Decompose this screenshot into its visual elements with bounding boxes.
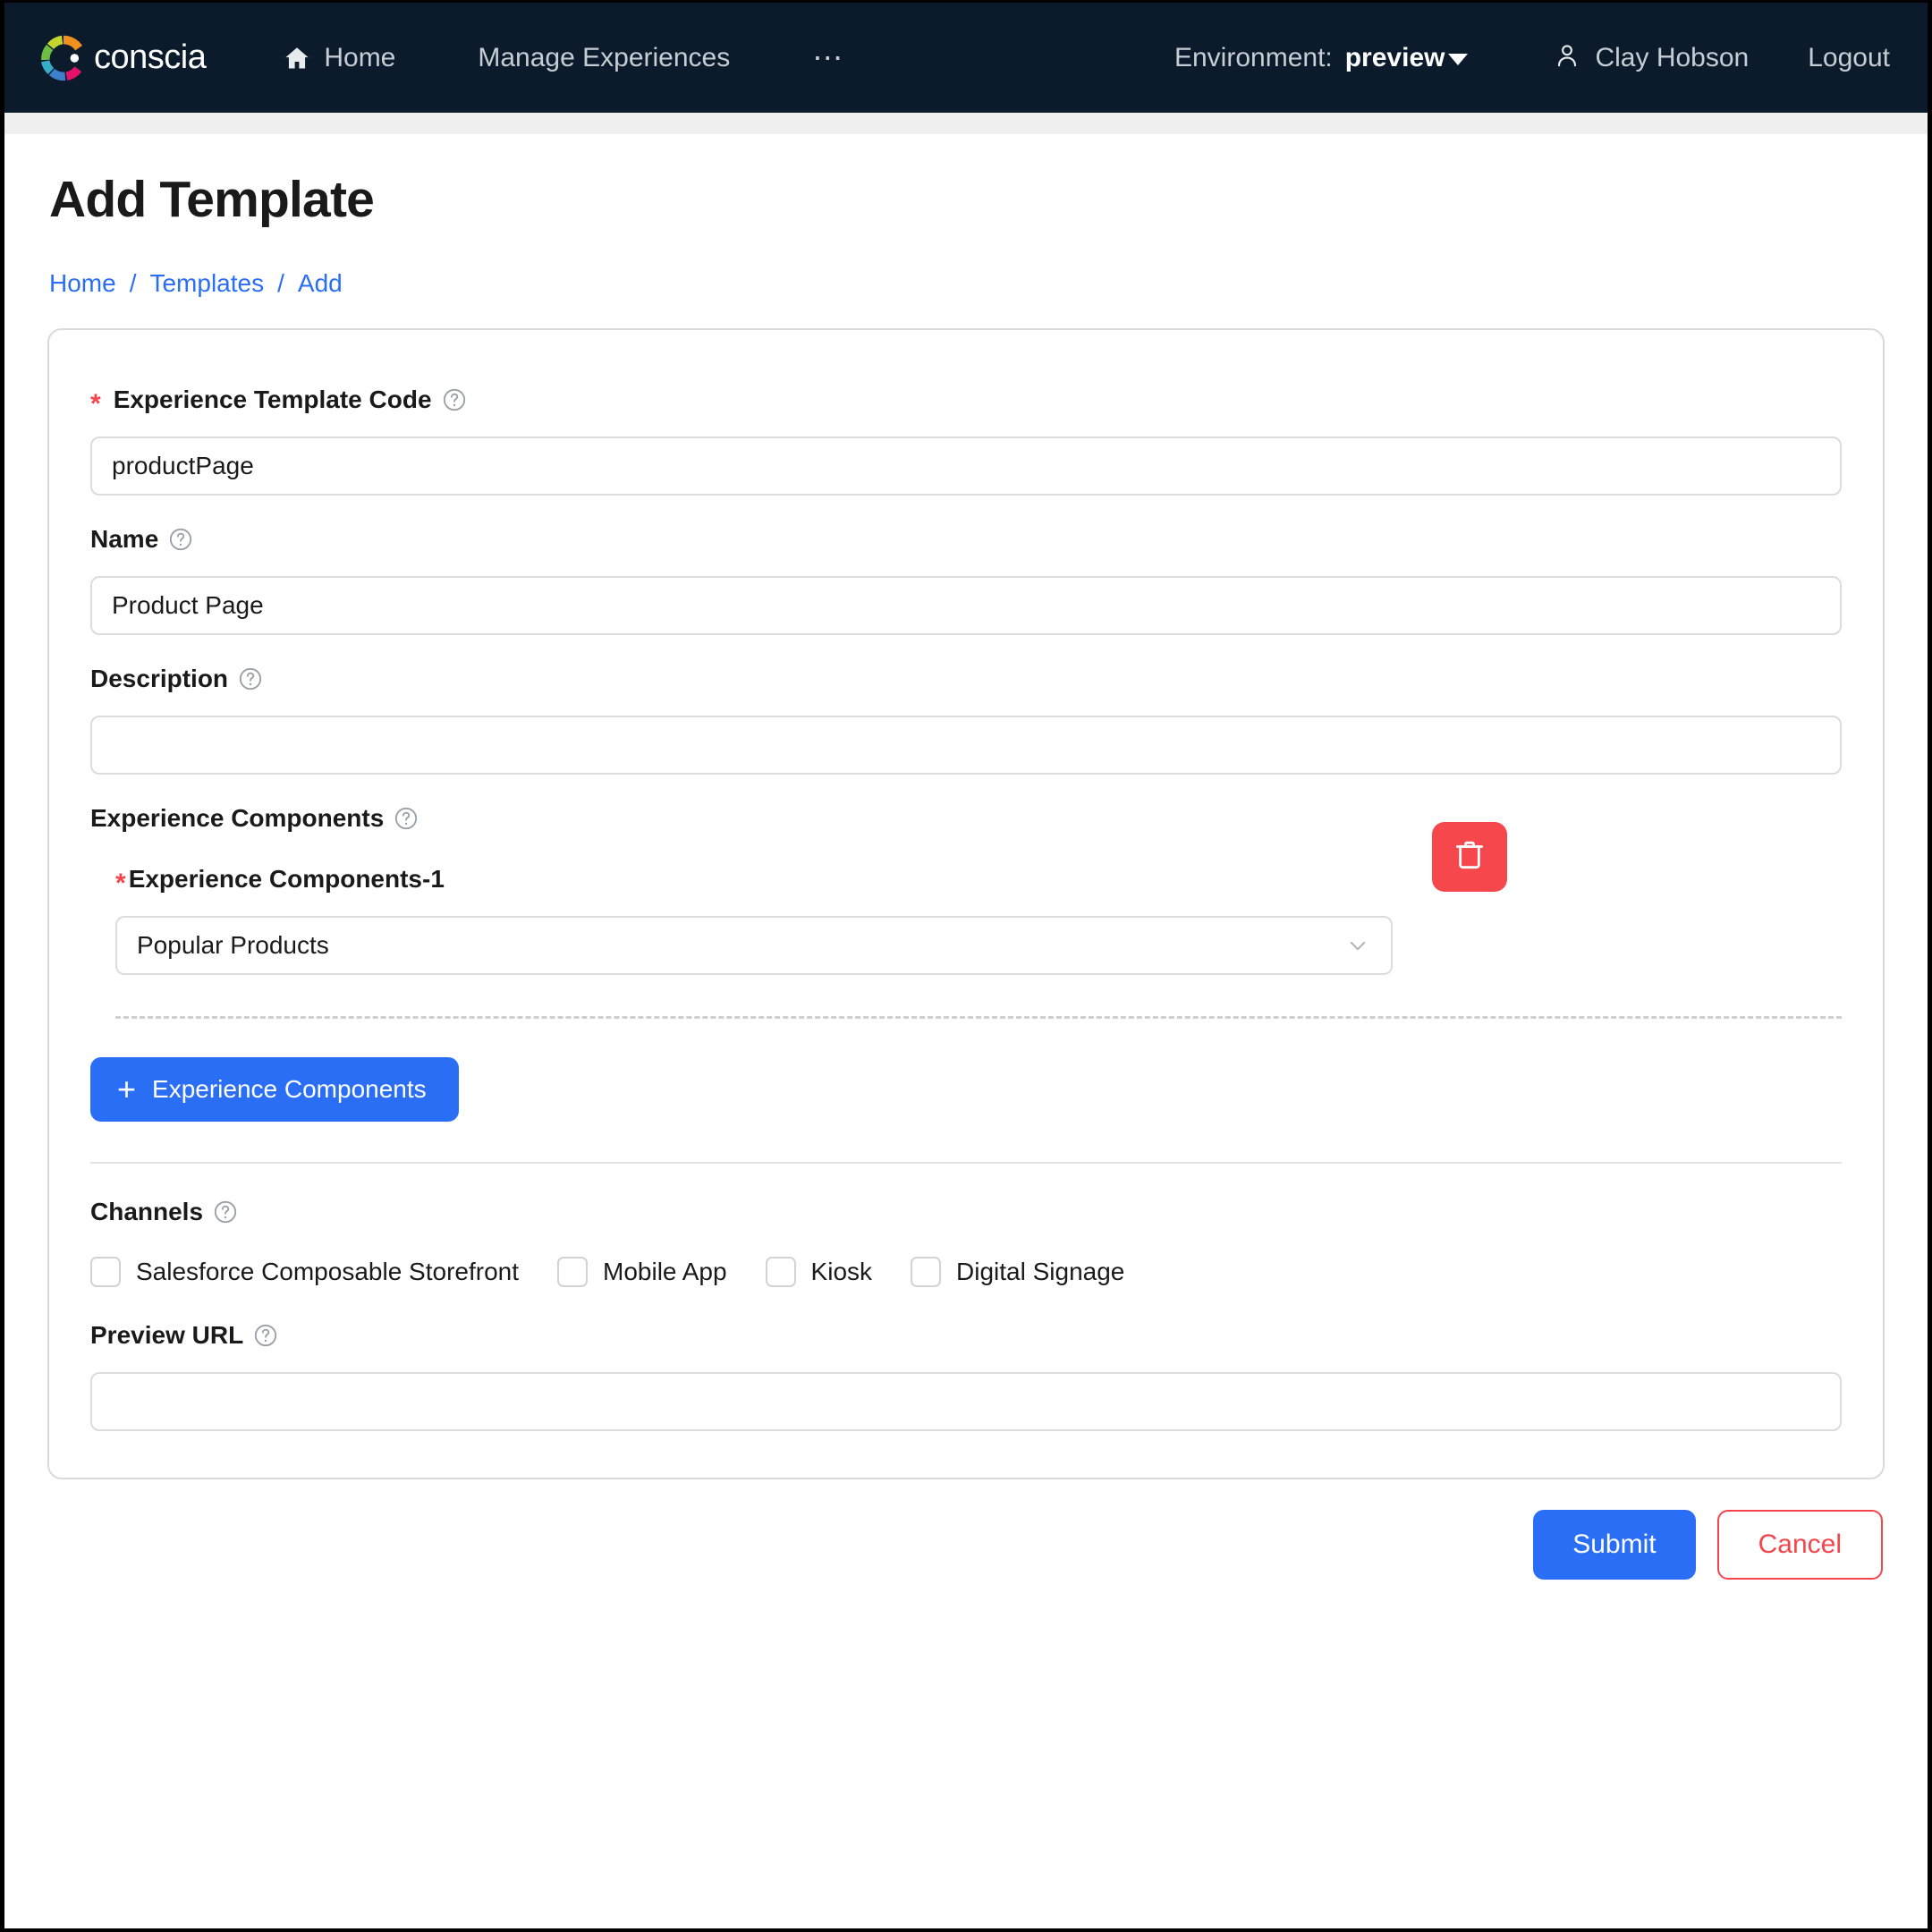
channel-option-digital-signage[interactable]: Digital Signage bbox=[911, 1257, 1124, 1287]
template-code-input-value: productPage bbox=[112, 452, 254, 479]
home-icon bbox=[283, 44, 311, 72]
channels-options: Salesforce Composable Storefront Mobile … bbox=[90, 1257, 1842, 1287]
help-circle-icon[interactable] bbox=[238, 666, 263, 691]
help-circle-icon[interactable] bbox=[168, 527, 193, 552]
navbar-underline-strip bbox=[4, 113, 1928, 134]
channel-option-label: Kiosk bbox=[810, 1258, 873, 1285]
page-content: Add Template Home / Templates / Add * Ex… bbox=[4, 170, 1928, 1580]
user-menu[interactable]: Clay Hobson bbox=[1554, 41, 1749, 74]
experience-component-1-label: * Experience Components-1 bbox=[115, 865, 1842, 898]
required-marker: * bbox=[90, 389, 101, 419]
field-template-code-label: * Experience Template Code bbox=[90, 386, 1842, 418]
nav-item-home-label: Home bbox=[324, 42, 396, 72]
preview-url-input[interactable] bbox=[90, 1372, 1842, 1431]
name-input-value: Product Page bbox=[112, 591, 264, 619]
required-marker: * bbox=[115, 869, 126, 898]
chevron-down-icon[interactable] bbox=[1448, 54, 1469, 65]
preview-url-label: Preview URL bbox=[90, 1321, 1842, 1350]
field-template-code-label-text: Experience Template Code bbox=[113, 386, 432, 413]
breadcrumb-item-add[interactable]: Add bbox=[298, 269, 343, 298]
conscia-ring-logo-icon bbox=[38, 33, 89, 83]
channels-label-text: Channels bbox=[90, 1198, 204, 1225]
channels-label: Channels bbox=[90, 1198, 1842, 1226]
experience-components-label-text: Experience Components bbox=[90, 804, 385, 832]
template-code-input[interactable]: productPage bbox=[90, 436, 1842, 496]
nav-links: Home Manage Experiences ⋯ bbox=[283, 40, 845, 76]
preview-url-label-text: Preview URL bbox=[90, 1321, 244, 1349]
environment-label: Environment: bbox=[1174, 42, 1333, 72]
page-title: Add Template bbox=[49, 171, 375, 228]
logout-button[interactable]: Logout bbox=[1808, 43, 1890, 73]
field-description-label-text: Description bbox=[90, 665, 229, 692]
environment-value[interactable]: preview bbox=[1345, 43, 1445, 73]
delete-experience-component-1-button[interactable] bbox=[1432, 822, 1507, 892]
field-description: Description bbox=[90, 665, 1842, 775]
breadcrumb-item-templates[interactable]: Templates bbox=[149, 269, 264, 298]
breadcrumb-separator: / bbox=[277, 269, 284, 297]
breadcrumb: Home / Templates / Add bbox=[49, 269, 1885, 298]
experience-component-1-selected-value: Popular Products bbox=[137, 931, 329, 959]
app-window: conscia Home Manage Experiences ⋯ Enviro… bbox=[0, 0, 1932, 1932]
experience-component-1-select-row: Popular Products bbox=[115, 916, 1842, 975]
field-name-label-text: Name bbox=[90, 525, 159, 553]
breadcrumb-separator: / bbox=[129, 269, 137, 297]
brand-name: conscia bbox=[94, 38, 207, 76]
form-actions: Submit Cancel bbox=[47, 1510, 1885, 1580]
nav-item-manage-experiences-label: Manage Experiences bbox=[478, 42, 731, 72]
experience-components-label: Experience Components bbox=[90, 804, 1842, 833]
components-divider bbox=[115, 1016, 1842, 1019]
user-icon bbox=[1554, 41, 1580, 74]
top-navbar: conscia Home Manage Experiences ⋯ Enviro… bbox=[4, 3, 1928, 113]
nav-item-manage-experiences[interactable]: Manage Experiences bbox=[478, 43, 730, 73]
add-experience-components-label: Experience Components bbox=[152, 1075, 427, 1103]
plus-icon: + bbox=[117, 1071, 137, 1107]
description-input[interactable] bbox=[90, 716, 1842, 775]
help-circle-icon[interactable] bbox=[213, 1199, 238, 1224]
name-input[interactable]: Product Page bbox=[90, 576, 1842, 635]
submit-button[interactable]: Submit bbox=[1533, 1510, 1696, 1580]
nav-item-home[interactable]: Home bbox=[283, 43, 395, 73]
ellipsis-icon: ⋯ bbox=[812, 40, 846, 75]
field-preview-url: Preview URL bbox=[90, 1321, 1842, 1431]
trash-icon bbox=[1452, 837, 1487, 877]
channel-option-label: Mobile App bbox=[603, 1258, 727, 1285]
help-circle-icon[interactable] bbox=[253, 1323, 278, 1348]
help-circle-icon[interactable] bbox=[394, 806, 419, 831]
field-name-label: Name bbox=[90, 525, 1842, 554]
field-experience-components: Experience Components * Experience Compo… bbox=[90, 804, 1842, 1122]
navbar-right: Environment: preview Clay Hobson Logout bbox=[1174, 3, 1890, 113]
section-divider bbox=[90, 1162, 1842, 1164]
checkbox-icon[interactable] bbox=[90, 1257, 121, 1287]
experience-component-1-label-text: Experience Components-1 bbox=[128, 865, 445, 893]
channel-option-salesforce-composable-storefront[interactable]: Salesforce Composable Storefront bbox=[90, 1257, 519, 1287]
checkbox-icon[interactable] bbox=[911, 1257, 942, 1287]
channel-option-label: Digital Signage bbox=[956, 1258, 1125, 1285]
user-name: Clay Hobson bbox=[1595, 42, 1750, 72]
experience-component-1-select[interactable]: Popular Products bbox=[115, 916, 1393, 975]
channel-option-mobile-app[interactable]: Mobile App bbox=[557, 1257, 727, 1287]
field-channels: Channels Salesforce Composable Storefron… bbox=[90, 1198, 1842, 1287]
channel-option-label: Salesforce Composable Storefront bbox=[136, 1258, 519, 1285]
experience-component-item: * Experience Components-1 Popular Produc… bbox=[90, 822, 1842, 975]
checkbox-icon[interactable] bbox=[557, 1257, 588, 1287]
channel-option-kiosk[interactable]: Kiosk bbox=[765, 1257, 873, 1287]
add-template-form-card: * Experience Template Code productPage N… bbox=[47, 328, 1885, 1479]
cancel-button[interactable]: Cancel bbox=[1716, 1510, 1883, 1580]
field-template-code: * Experience Template Code productPage bbox=[90, 386, 1842, 496]
field-name: Name Product Page bbox=[90, 525, 1842, 635]
chevron-down-icon bbox=[1344, 932, 1371, 959]
experience-components-list: * Experience Components-1 Popular Produc… bbox=[90, 822, 1842, 1122]
field-description-label: Description bbox=[90, 665, 1842, 693]
nav-item-more[interactable]: ⋯ bbox=[812, 40, 845, 76]
brand-logo[interactable]: conscia bbox=[38, 33, 207, 83]
add-experience-components-button[interactable]: + Experience Components bbox=[90, 1057, 459, 1122]
help-circle-icon[interactable] bbox=[442, 387, 467, 412]
checkbox-icon[interactable] bbox=[765, 1257, 796, 1287]
breadcrumb-item-home[interactable]: Home bbox=[49, 269, 116, 298]
